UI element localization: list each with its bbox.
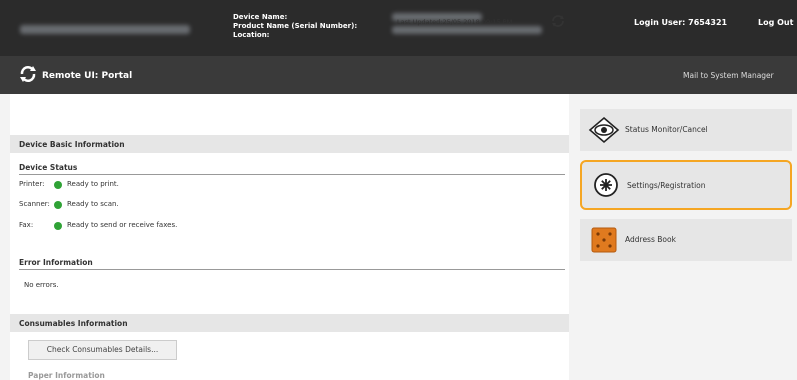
- refresh-icon[interactable]: [551, 14, 565, 28]
- login-user: Login User: 7654321: [634, 18, 728, 27]
- blurred-product-name: [392, 26, 542, 34]
- status-monitor-label: Status Monitor/Cancel: [625, 125, 708, 134]
- divider: [19, 269, 565, 270]
- portal-logo-icon: [20, 66, 36, 82]
- consumables-info-header: Consumables Information: [10, 314, 569, 332]
- location-label: Location:: [233, 31, 270, 39]
- error-info-text: No errors.: [24, 281, 59, 289]
- printer-status-text: Ready to print.: [67, 180, 119, 188]
- logout-link[interactable]: Log Out: [758, 18, 793, 27]
- divider: [19, 174, 565, 175]
- page-title: Remote UI: Portal: [42, 71, 133, 81]
- last-updated-text: Last Updated:25/05 2018 09:15 PM: [397, 18, 513, 26]
- settings-registration-button[interactable]: Settings/Registration: [580, 160, 792, 210]
- scanner-status-indicator: [54, 201, 62, 209]
- portal-header: Remote UI: Portal Mail to System Manager: [0, 56, 797, 94]
- fax-label: Fax:: [19, 221, 34, 229]
- product-name-label: Product Name (Serial Number):: [233, 22, 358, 30]
- check-consumables-button[interactable]: Check Consumables Details...: [28, 340, 177, 360]
- printer-label: Printer:: [19, 180, 45, 188]
- top-bar: Device Name: Product Name (Serial Number…: [0, 0, 797, 56]
- error-info-title: Error Information: [19, 258, 93, 267]
- address-book-label: Address Book: [625, 235, 676, 244]
- settings-icon: [594, 173, 618, 197]
- fax-status-indicator: [54, 222, 62, 230]
- device-status-title: Device Status: [19, 163, 78, 172]
- mail-system-manager-link[interactable]: Mail to System Manager: [683, 71, 774, 80]
- blurred-device-logo: [20, 25, 190, 34]
- paper-info-title: Paper Information: [28, 371, 105, 380]
- device-info-labels: Device Name: Product Name (Serial Number…: [233, 13, 357, 40]
- device-name-label: Device Name:: [233, 13, 288, 21]
- scanner-status-text: Ready to scan.: [67, 200, 119, 208]
- address-book-icon: [591, 227, 617, 253]
- status-monitor-button[interactable]: Status Monitor/Cancel: [580, 109, 792, 151]
- device-basic-info-header: Device Basic Information: [10, 135, 569, 153]
- eye-icon: [588, 116, 620, 144]
- fax-status-text: Ready to send or receive faxes.: [67, 221, 178, 229]
- scanner-label: Scanner:: [19, 200, 50, 208]
- printer-status-indicator: [54, 181, 62, 189]
- address-book-button[interactable]: Address Book: [580, 219, 792, 261]
- settings-registration-label: Settings/Registration: [627, 181, 706, 190]
